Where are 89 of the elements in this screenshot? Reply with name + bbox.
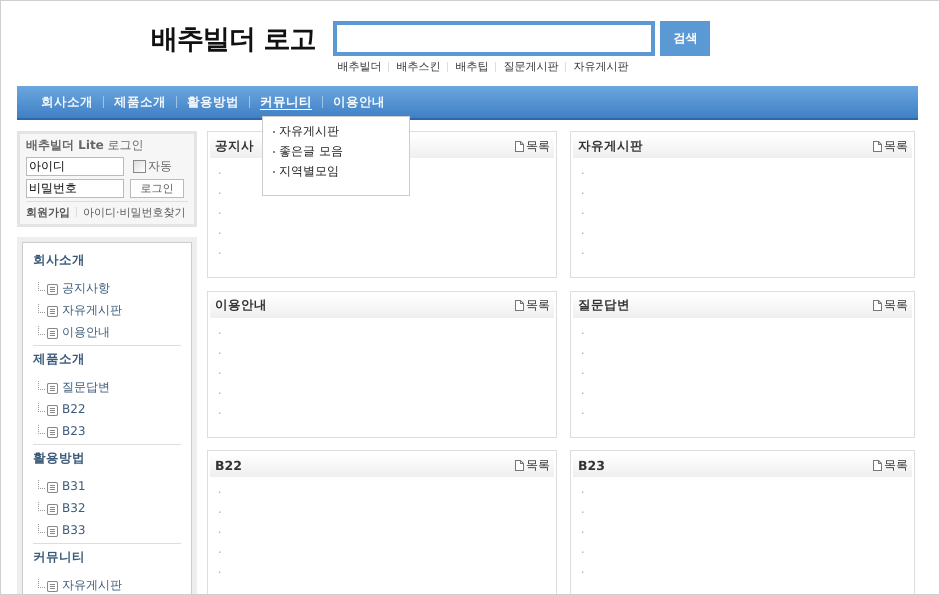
board-title: B23 (578, 458, 605, 473)
dropdown-item[interactable]: 지역별모임 (273, 163, 409, 180)
list-bullet: · (218, 505, 222, 522)
list-bullet: · (581, 226, 584, 242)
list-bullet: · (581, 386, 584, 402)
list-bullet: · (218, 226, 222, 242)
list-bullet: · (581, 246, 584, 262)
tree-document-icon (37, 578, 59, 592)
list-bullet: · (218, 545, 222, 562)
find-account-link[interactable]: 아이디·비밀번호찾기 (83, 205, 186, 220)
board-title: B22 (215, 458, 242, 473)
login-title: 배추빌더 Lite 로그인 (26, 137, 145, 154)
tree-document-icon (37, 502, 59, 514)
tree-document-icon (37, 304, 59, 316)
document-icon (873, 460, 882, 471)
tree-document-icon (37, 480, 59, 492)
list-bullet: · (218, 485, 222, 502)
sidebar-item[interactable]: 자유게시판 (33, 574, 181, 594)
sidebar-item[interactable]: B22 (33, 398, 181, 420)
list-bullet: · (581, 186, 584, 202)
list-bullet: · (581, 525, 584, 542)
sidebar-item[interactable]: 이용안내 (33, 321, 181, 343)
list-bullet: · (581, 505, 584, 522)
dropdown-item[interactable]: 자유게시판 (273, 123, 409, 140)
sidebar-item[interactable]: B32 (33, 497, 181, 519)
quick-link[interactable]: 배추스킨 (396, 59, 440, 74)
tree-document-icon (37, 326, 59, 338)
list-bullet: · (218, 366, 222, 382)
list-bullet: · (581, 326, 584, 342)
list-bullet: · (581, 166, 584, 182)
quick-link[interactable]: 자유게시판 (573, 59, 628, 74)
list-bullet: · (581, 565, 584, 582)
list-link[interactable]: 목록 (515, 456, 550, 474)
list-bullet: · (581, 366, 584, 382)
board-title: 자유게시판 (578, 138, 643, 154)
board-title: 질문답변 (578, 297, 630, 314)
list-bullet: · (218, 186, 222, 202)
list-bullet: · (581, 485, 584, 502)
list-link[interactable]: 목록 (873, 297, 908, 314)
sidebar-heading[interactable]: 제품소개 (33, 346, 181, 376)
list-bullet: · (581, 406, 584, 422)
dropdown-item[interactable]: 좋은글 모음 (273, 143, 409, 160)
tree-document-icon (37, 402, 59, 416)
search-field[interactable] (333, 21, 656, 56)
list-bullet: · (218, 166, 222, 182)
id-field[interactable]: 아이디 (26, 157, 124, 176)
document-icon (515, 140, 524, 152)
join-link[interactable]: 회원가입 (26, 205, 70, 220)
quick-link[interactable]: 배추팁 (455, 59, 488, 74)
list-bullet: · (581, 346, 584, 362)
site-logo[interactable]: 배추빌더 로고 (151, 21, 316, 59)
list-bullet: · (218, 406, 222, 422)
sidebar-item[interactable]: 공지사항 (33, 277, 181, 299)
document-icon (515, 460, 524, 471)
tree-document-icon (37, 380, 59, 394)
list-link[interactable]: 목록 (515, 297, 550, 314)
tree-document-icon (37, 424, 59, 438)
list-bullet: · (218, 346, 222, 362)
list-link[interactable]: 목록 (515, 138, 550, 154)
list-bullet: · (218, 565, 222, 582)
list-bullet: · (218, 386, 222, 402)
sidebar-heading[interactable]: 활용방법 (33, 445, 181, 475)
sidebar-heading[interactable]: 회사소개 (33, 247, 181, 277)
list-bullet: · (218, 326, 222, 342)
auto-login-checkbox[interactable]: 자동 (133, 158, 172, 175)
list-link[interactable]: 목록 (873, 138, 908, 154)
sidebar-item[interactable]: 자유게시판 (33, 299, 181, 321)
list-link[interactable]: 목록 (873, 456, 908, 474)
quick-link[interactable]: 배추빌더 (337, 59, 382, 74)
tree-document-icon (37, 282, 59, 294)
password-field[interactable]: 비밀번호 (26, 179, 124, 198)
board-title: 공지사 (215, 138, 254, 154)
board-title: 이용안내 (215, 297, 267, 314)
document-icon (873, 300, 882, 312)
sidebar-item[interactable]: B33 (33, 519, 181, 541)
sidebar-item[interactable]: B23 (33, 420, 181, 442)
list-bullet: · (218, 246, 222, 262)
document-icon (873, 140, 882, 152)
list-bullet: · (581, 545, 584, 562)
sidebar-item[interactable]: B31 (33, 475, 181, 497)
list-bullet: · (581, 206, 584, 222)
document-icon (515, 300, 524, 312)
login-button[interactable]: 로그인 (130, 179, 184, 198)
tree-document-icon (37, 524, 59, 536)
list-bullet: · (218, 525, 222, 542)
sidebar-item[interactable]: 질문답변 (33, 376, 181, 398)
sidebar-heading[interactable]: 커뮤니티 (33, 544, 181, 574)
list-bullet: · (218, 206, 222, 222)
quick-link[interactable]: 질문게시판 (503, 59, 558, 74)
